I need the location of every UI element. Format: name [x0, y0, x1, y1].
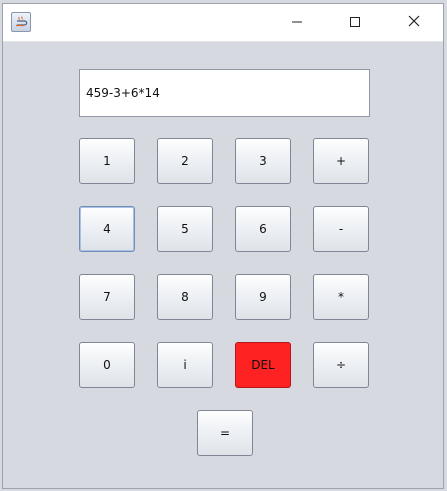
digit-9-button[interactable]: 9 [235, 274, 291, 320]
title-bar [3, 4, 443, 42]
digit-8-button[interactable]: 8 [157, 274, 213, 320]
digit-4-button[interactable]: 4 [79, 206, 135, 252]
multiply-button[interactable]: * [313, 274, 369, 320]
minimize-button[interactable] [274, 4, 320, 41]
digit-6-button[interactable]: 6 [235, 206, 291, 252]
digit-3-button[interactable]: 3 [235, 138, 291, 184]
calculator-window: 459-3+6*14 1 2 3 + 4 5 6 - 7 8 9 * 0 i D… [2, 3, 444, 489]
digit-1-button[interactable]: 1 [79, 138, 135, 184]
desktop-background: 459-3+6*14 1 2 3 + 4 5 6 - 7 8 9 * 0 i D… [0, 0, 447, 491]
divide-button[interactable]: ÷ [313, 342, 369, 388]
plus-button[interactable]: + [313, 138, 369, 184]
digit-2-button[interactable]: 2 [157, 138, 213, 184]
digit-5-button[interactable]: 5 [157, 206, 213, 252]
equals-button[interactable]: = [197, 410, 253, 456]
close-button[interactable] [391, 4, 437, 41]
java-coffee-icon [11, 12, 31, 32]
digit-7-button[interactable]: 7 [79, 274, 135, 320]
expression-display[interactable]: 459-3+6*14 [79, 69, 370, 117]
maximize-button[interactable] [332, 4, 378, 41]
i-button[interactable]: i [157, 342, 213, 388]
maximize-icon [349, 13, 361, 32]
digit-0-button[interactable]: 0 [79, 342, 135, 388]
calculator-panel: 459-3+6*14 1 2 3 + 4 5 6 - 7 8 9 * 0 i D… [3, 42, 443, 488]
minimize-icon [291, 13, 303, 32]
minus-button[interactable]: - [313, 206, 369, 252]
delete-button[interactable]: DEL [235, 342, 291, 388]
close-icon [407, 13, 421, 32]
